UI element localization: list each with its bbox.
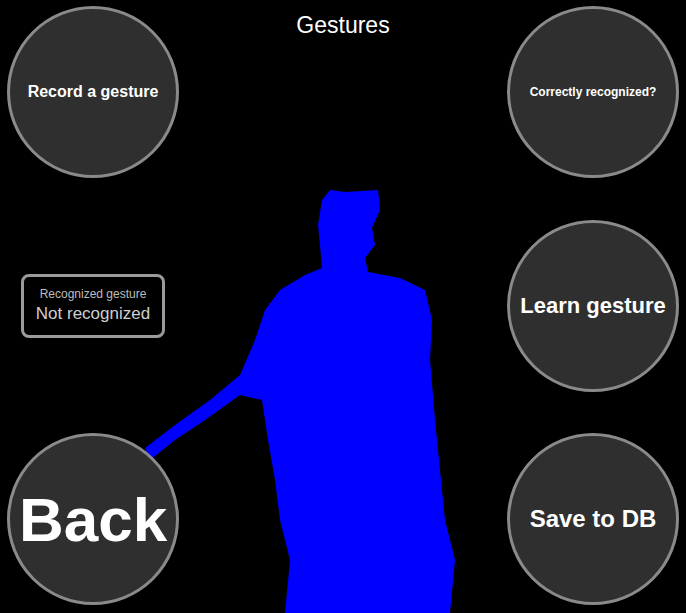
status-label: Recognized gesture [40, 287, 147, 301]
page-title: Gestures [296, 6, 389, 605]
right-column: Correctly recognized? Learn gesture Save t… [506, 6, 680, 605]
left-column: Record a gesture Recognized gesture Not re… [6, 6, 180, 605]
button-label: Correctly recognized? [526, 85, 661, 99]
button-label: Learn gesture [516, 293, 670, 319]
action-button[interactable]: Save to DB [507, 433, 679, 605]
action-button[interactable]: Correctly recognized? [507, 6, 679, 178]
recognized-gesture-box: Recognized gesture Not recognized [21, 274, 165, 338]
button-label: Save to DB [526, 505, 661, 533]
action-button[interactable]: Learn gesture [507, 220, 679, 392]
gestures-screen: Record a gesture Recognized gesture Not re… [0, 0, 686, 613]
button-label: Back [15, 484, 171, 555]
status-value: Not recognized [36, 304, 150, 324]
back-button[interactable]: Back [7, 433, 179, 605]
record-gesture-button[interactable]: Record a gesture [7, 6, 179, 178]
button-label: Record a gesture [24, 83, 163, 101]
center-area: Gestures [180, 6, 506, 605]
